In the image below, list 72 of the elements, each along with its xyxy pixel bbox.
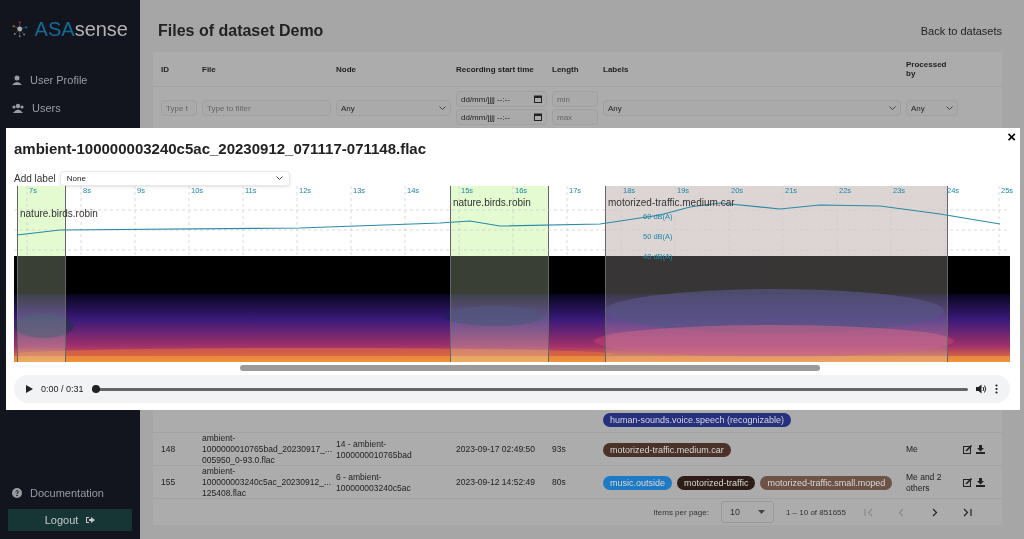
add-label-select[interactable]: None xyxy=(59,171,290,186)
column-header: File xyxy=(202,63,217,76)
table-cell-text: 155 xyxy=(161,477,177,489)
region-label: motorized-traffic.medium.car xyxy=(608,197,735,208)
items-per-page-label: Items per page: xyxy=(653,507,709,517)
table-cell-text: 2023-09-12 14:52:49 xyxy=(456,477,536,489)
logout-button[interactable]: Logout xyxy=(8,509,132,531)
play-icon xyxy=(26,385,33,393)
label-chip: motorized-traffic xyxy=(677,475,756,490)
column-header: Node xyxy=(336,63,357,76)
chevron-icon xyxy=(275,176,283,181)
table-cell-text: 2023-09-17 02:49:50 xyxy=(456,444,536,456)
user-icon xyxy=(12,75,22,85)
back-link[interactable]: Back to datasets xyxy=(920,25,1002,37)
page-title: Files of dataset Demo xyxy=(158,22,324,40)
table-cell-text: 6 - ambient- 100000003240c5ac xyxy=(336,471,412,494)
date-to-field[interactable]: dd/mm/jjjj --:-- xyxy=(456,109,547,125)
region-label: nature.birds.robin xyxy=(453,197,531,208)
label-chip: music.outside xyxy=(603,475,673,490)
page-size-select[interactable]: 10 xyxy=(720,501,774,523)
more-icon[interactable] xyxy=(995,384,998,394)
table-cell-text: Me xyxy=(906,444,919,456)
column-header: ID xyxy=(161,63,170,76)
users-icon xyxy=(12,103,24,113)
table-cell-text: 80s xyxy=(552,477,567,489)
label-region[interactable] xyxy=(450,186,549,362)
chevron-right-icon xyxy=(930,507,939,517)
processed-by-select[interactable]: Any xyxy=(906,100,958,116)
logo-text: ASAsense xyxy=(34,17,128,41)
sidebar-item[interactable]: User Profile xyxy=(8,68,132,92)
dropdown-icon xyxy=(757,510,765,514)
first-page-icon xyxy=(864,507,873,517)
chevron-icon xyxy=(439,105,446,111)
date-from-field[interactable]: dd/mm/jjjj --:-- xyxy=(456,91,547,107)
logout-icon xyxy=(86,516,96,524)
calendar-icon xyxy=(534,113,542,121)
table-cell-text: 14 - ambient- 1000000010765bad xyxy=(336,438,413,461)
column-header: Length xyxy=(552,63,580,76)
chevron-left-icon xyxy=(897,507,906,517)
calendar-icon xyxy=(534,95,542,103)
column-header: Labels xyxy=(603,63,630,76)
sidebar-item[interactable]: Users xyxy=(8,96,132,120)
column-header: Recording start time xyxy=(456,63,535,76)
progress-slider[interactable] xyxy=(91,385,968,393)
dialog-title: ambient-100000003240c5ac_20230912_071117-071148.flac xyxy=(14,140,428,157)
volume-icon[interactable] xyxy=(976,384,987,394)
last-page-icon xyxy=(963,507,972,517)
table-cell: ambient- 100000003240c5ac_20230912_... 125408.flac xyxy=(202,466,331,500)
column-header: Processed by xyxy=(906,59,948,80)
table-cell-text: 148 xyxy=(161,444,177,456)
label-chip: motorized-traffic.small.moped xyxy=(760,475,893,490)
page-range: 1 – 10 of 851655 xyxy=(785,507,846,517)
edit-icon[interactable] xyxy=(963,478,972,488)
edit-icon[interactable] xyxy=(963,445,972,455)
chevron-icon xyxy=(946,105,953,111)
table-cell-text: Me and 2 others xyxy=(906,471,943,494)
download-icon[interactable] xyxy=(976,478,985,488)
help-icon xyxy=(12,488,22,498)
add-label-label: Add label xyxy=(14,173,56,184)
label-chip: human-sounds.voice.speech (recognizable) xyxy=(603,413,792,427)
play-button[interactable] xyxy=(26,385,33,393)
chevron-icon xyxy=(889,105,896,111)
sidebar-item[interactable]: Documentation xyxy=(8,481,132,505)
playback-time: 0:00 / 0:31 xyxy=(41,384,84,394)
scrollbar-thumb[interactable] xyxy=(240,365,820,371)
label-region[interactable] xyxy=(605,186,948,362)
download-icon[interactable] xyxy=(976,445,985,455)
close-button[interactable]: × xyxy=(1007,128,1016,145)
node-select[interactable]: Any xyxy=(336,100,451,116)
table-cell-text: 93s xyxy=(552,444,567,456)
labels-select[interactable]: Any xyxy=(603,100,901,116)
label-chip: motorized-traffic.medium.car xyxy=(603,442,731,457)
